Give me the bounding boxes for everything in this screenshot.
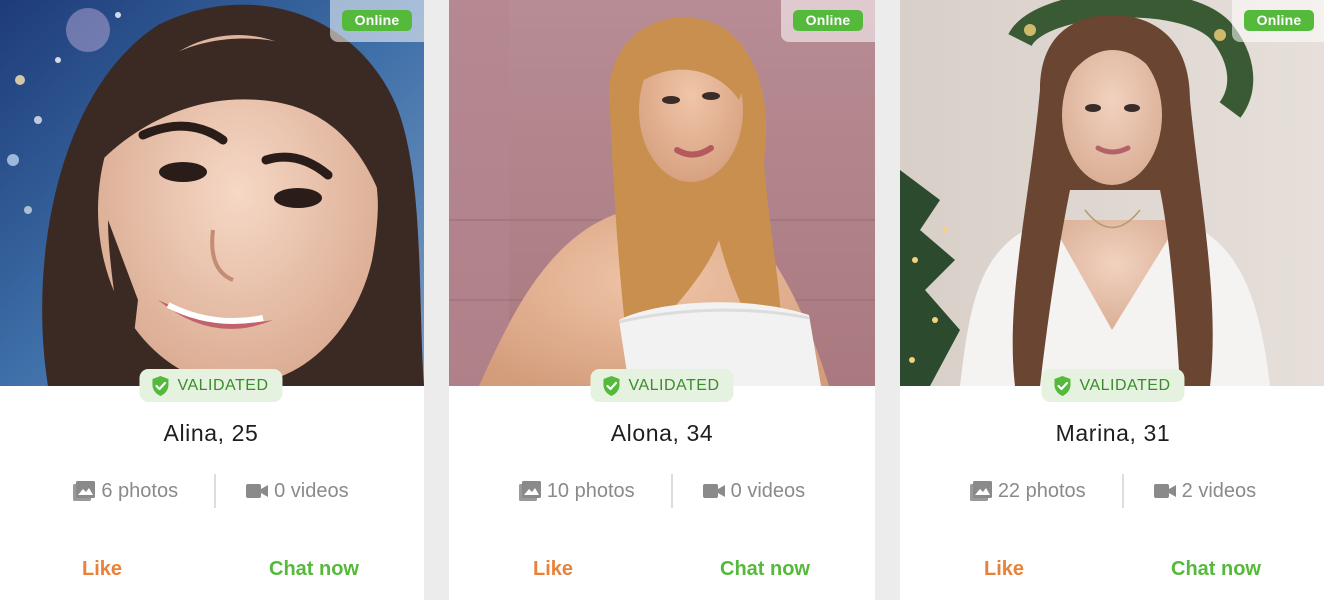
validated-badge: VALIDATED <box>1041 369 1185 402</box>
videos-count[interactable]: 2 videos <box>1153 479 1257 503</box>
online-status-container: Online <box>781 0 875 42</box>
profile-card: Online VALIDATED Alina, 25 6 photos 0 vi… <box>0 0 424 600</box>
profile-card: Online VALIDATED Marina, 31 22 photos 2 … <box>900 0 1324 600</box>
validated-badge: VALIDATED <box>590 369 734 402</box>
online-badge: Online <box>793 10 863 31</box>
like-button[interactable]: Like <box>984 558 1024 581</box>
validated-label: VALIDATED <box>177 376 269 394</box>
photos-count[interactable]: 6 photos <box>73 480 178 503</box>
chat-now-button[interactable]: Chat now <box>1171 558 1261 581</box>
online-badge: Online <box>1244 10 1314 31</box>
stats-divider <box>670 474 673 508</box>
online-badge: Online <box>342 10 412 31</box>
media-stats: 22 photos 2 videos <box>900 474 1324 508</box>
validated-badge: VALIDATED <box>139 369 283 402</box>
photos-icon <box>73 481 96 501</box>
profile-photo-image <box>900 0 1324 386</box>
stats-divider <box>214 474 217 508</box>
like-button[interactable]: Like <box>82 558 122 581</box>
videos-count[interactable]: 0 videos <box>702 479 806 503</box>
videos-label: 2 videos <box>1181 479 1257 502</box>
validated-label: VALIDATED <box>628 376 720 394</box>
photos-icon <box>969 481 992 501</box>
photos-icon <box>518 481 541 501</box>
validated-label: VALIDATED <box>1079 376 1171 394</box>
video-camera-icon <box>702 484 725 498</box>
chat-now-button[interactable]: Chat now <box>269 558 359 581</box>
photos-label: 22 photos <box>997 479 1086 502</box>
profile-photo[interactable] <box>0 0 424 386</box>
profile-name[interactable]: Alina, 25 <box>0 420 424 447</box>
video-camera-icon <box>246 484 269 498</box>
media-stats: 10 photos 0 videos <box>449 474 875 508</box>
profile-name[interactable]: Alona, 34 <box>449 420 875 447</box>
card-actions: Like Chat now <box>0 558 424 586</box>
video-camera-icon <box>1153 484 1176 498</box>
online-status-container: Online <box>330 0 424 42</box>
photos-label: 10 photos <box>546 479 635 502</box>
card-actions: Like Chat now <box>449 558 875 586</box>
online-status-container: Online <box>1232 0 1324 42</box>
profile-name[interactable]: Marina, 31 <box>900 420 1324 447</box>
like-button[interactable]: Like <box>533 558 573 581</box>
photos-count[interactable]: 22 photos <box>969 479 1086 503</box>
videos-label: 0 videos <box>730 479 806 502</box>
card-actions: Like Chat now <box>900 558 1324 586</box>
media-stats: 6 photos 0 videos <box>0 474 424 508</box>
profile-photo-image <box>0 0 424 386</box>
profile-photo-image <box>449 0 875 386</box>
stats-divider <box>1121 474 1124 508</box>
shield-check-icon <box>603 375 620 396</box>
profile-photo[interactable] <box>900 0 1324 386</box>
videos-count[interactable]: 0 videos <box>246 480 349 503</box>
shield-check-icon <box>152 375 169 396</box>
shield-check-icon <box>1054 375 1071 396</box>
photos-label: 6 photos <box>101 479 179 502</box>
profile-photo[interactable] <box>449 0 875 386</box>
photos-count[interactable]: 10 photos <box>518 479 635 503</box>
videos-label: 0 videos <box>274 479 349 502</box>
chat-now-button[interactable]: Chat now <box>720 558 810 581</box>
profile-card: Online VALIDATED Alona, 34 10 photos 0 v… <box>449 0 875 600</box>
